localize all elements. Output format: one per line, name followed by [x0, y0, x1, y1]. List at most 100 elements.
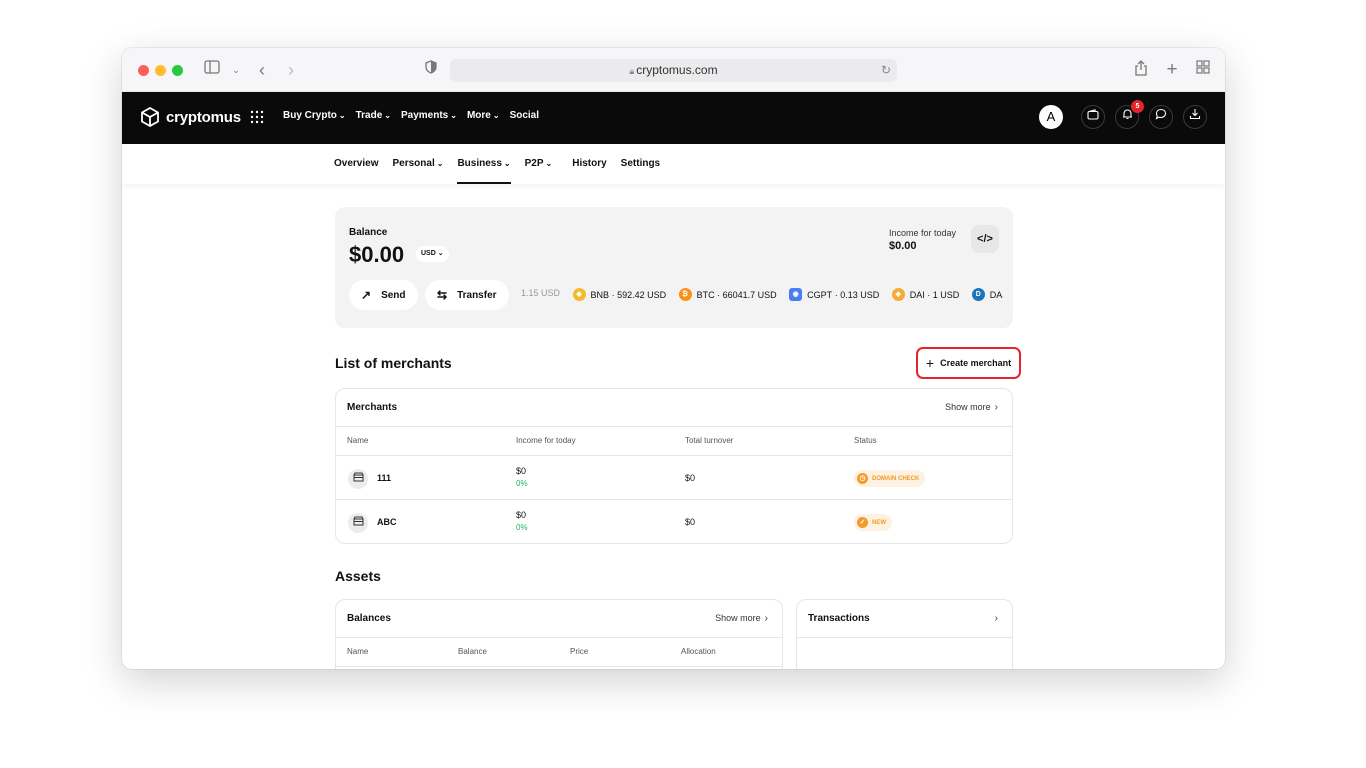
column-header-income: Income for today: [516, 436, 576, 445]
apps-grid-icon[interactable]: [250, 110, 264, 124]
code-icon: </>: [977, 233, 993, 245]
minimize-window-button[interactable]: [155, 65, 166, 76]
forward-icon[interactable]: ›: [281, 60, 301, 80]
balances-card: Balances Show more › Name Balance Price A…: [335, 599, 783, 669]
site-header: cryptomus Buy Crypto ⌄ Trade ⌄ Payments ⌄ M…: [122, 92, 1225, 144]
ticker-item: ₿ BTC · 66041.7 USD: [678, 288, 777, 301]
column-header-balance: Balance: [458, 647, 487, 656]
browser-window: ⌄ ‹ › 🔒︎ cryptomus.com ↻ + cryptomus Buy …: [122, 48, 1225, 669]
bell-icon: [1122, 109, 1132, 120]
ticker-symbol: CGPT: [807, 289, 833, 300]
menu-buy-crypto[interactable]: Buy Crypto ⌄: [283, 110, 346, 121]
column-header-name: Name: [347, 436, 369, 445]
close-window-button[interactable]: [138, 65, 149, 76]
column-header-status: Status: [854, 436, 877, 445]
menu-label: Payments: [401, 110, 449, 121]
table-row[interactable]: ABC $0 0% $0 ✓ NEW: [336, 499, 1012, 543]
wallet-button[interactable]: [1081, 105, 1105, 129]
merchant-income: $0 0%: [516, 510, 528, 532]
shield-icon[interactable]: [421, 60, 441, 80]
chevron-down-icon: ⌄: [503, 159, 511, 168]
back-icon[interactable]: ‹: [252, 60, 272, 80]
balance-card: Balance $0.00 USD ⌄ Income for today $0.…: [335, 207, 1013, 328]
balance-label: Balance: [349, 227, 388, 238]
menu-label: Social: [509, 110, 540, 121]
lock-icon: 🔒︎: [629, 66, 635, 76]
transfer-button[interactable]: ⇆ Transfer: [425, 280, 509, 310]
address-bar[interactable]: 🔒︎ cryptomus.com ↻: [450, 59, 897, 82]
chevron-right-icon[interactable]: ›: [991, 613, 998, 624]
api-code-button[interactable]: </>: [971, 225, 999, 253]
chevron-down-icon: ⌄: [492, 111, 500, 120]
merchants-card-header: Merchants Show more ›: [336, 389, 1012, 427]
menu-more[interactable]: More ⌄: [467, 110, 500, 121]
income-percent: 0%: [516, 479, 528, 488]
chevron-down-icon: ⌄: [437, 250, 444, 257]
menu-social[interactable]: Social: [510, 110, 539, 121]
tab-history[interactable]: History: [572, 144, 606, 184]
ticker-price: 1 USD: [932, 289, 960, 300]
income-value: $0: [516, 466, 527, 476]
chevron-down-icon: ⌄: [384, 111, 391, 120]
tab-label: Overview: [334, 158, 379, 169]
reload-icon[interactable]: ↻: [881, 59, 891, 82]
transactions-card-title: Transactions: [808, 613, 870, 624]
notifications-button[interactable]: 5: [1115, 100, 1144, 129]
tab-personal[interactable]: Personal ⌄: [392, 144, 443, 184]
menu-label: More: [466, 110, 491, 121]
currency-select[interactable]: USD ⌄: [416, 246, 449, 262]
clock-icon: ◷: [857, 473, 868, 484]
transactions-card-header[interactable]: Transactions ›: [797, 600, 1012, 638]
chevron-right-icon: ›: [994, 402, 998, 413]
sidebar-icon[interactable]: [202, 60, 222, 80]
tab-business[interactable]: Business ⌄: [457, 144, 511, 184]
plus-icon: +: [925, 355, 935, 371]
merchant-name: ABC: [377, 517, 397, 527]
column-header-price: Price: [570, 647, 589, 656]
balances-card-title: Balances: [347, 613, 391, 624]
merchants-show-more-link[interactable]: Show more ›: [945, 402, 998, 413]
tab-label: Personal: [392, 158, 435, 169]
dai-coin-icon: ◈: [891, 288, 905, 301]
ticker-price: 592.42 USD: [617, 289, 667, 300]
new-tab-icon[interactable]: +: [1162, 60, 1182, 80]
merchants-section-title: List of merchants: [335, 355, 452, 371]
balances-show-more-link[interactable]: Show more ›: [715, 613, 768, 624]
avatar[interactable]: A: [1039, 105, 1063, 129]
transfer-arrows-icon: ⇆: [437, 288, 448, 302]
tab-label: P2P: [524, 158, 544, 169]
chat-button[interactable]: [1149, 105, 1173, 129]
ticker-item: ◉ CGPT · 0.13 USD: [789, 288, 879, 301]
notification-count-badge: 5: [1131, 100, 1144, 113]
share-icon[interactable]: [1131, 60, 1151, 80]
menu-trade[interactable]: Trade ⌄: [356, 110, 391, 121]
arrow-up-right-icon: ↗: [361, 288, 372, 302]
menu-payments[interactable]: Payments ⌄: [401, 110, 457, 121]
table-row[interactable]: 111 $0 0% $0 ◷ DOMAIN CHECK: [336, 455, 1012, 499]
tab-overview-icon[interactable]: [1193, 60, 1213, 80]
create-merchant-button[interactable]: + Create merchant: [916, 347, 1021, 379]
show-more-label: Show more: [715, 613, 761, 623]
chat-icon: [1155, 108, 1167, 120]
sub-navigation: Overview Personal ⌄ Business ⌄ P2P ⌄ Histor…: [122, 144, 1225, 184]
balances-card-header: Balances Show more ›: [336, 600, 782, 638]
tab-p2p[interactable]: P2P ⌄: [525, 144, 553, 184]
tab-settings[interactable]: Settings: [621, 144, 660, 184]
cube-icon: [141, 107, 159, 127]
tab-overview[interactable]: Overview: [334, 144, 378, 184]
chevron-down-icon[interactable]: ⌄: [226, 60, 246, 80]
ticker-price: 0.13 USD: [840, 289, 880, 300]
transfer-label: Transfer: [457, 289, 497, 301]
show-more-label: Show more: [945, 402, 991, 412]
download-button[interactable]: [1183, 105, 1207, 129]
menu-label: Trade: [355, 110, 383, 121]
send-button[interactable]: ↗ Send: [349, 280, 418, 310]
chevron-down-icon: ⌄: [545, 159, 553, 168]
chevron-down-icon: ⌄: [436, 159, 444, 168]
dash-coin-icon: D: [971, 288, 985, 301]
maximize-window-button[interactable]: [172, 65, 183, 76]
ticker-symbol: DASH: [989, 289, 1003, 300]
cryptomus-logo[interactable]: cryptomus: [140, 107, 241, 127]
ticker-item: 1.15 USD: [521, 288, 560, 298]
ticker-price: 1.15 USD: [521, 288, 561, 298]
